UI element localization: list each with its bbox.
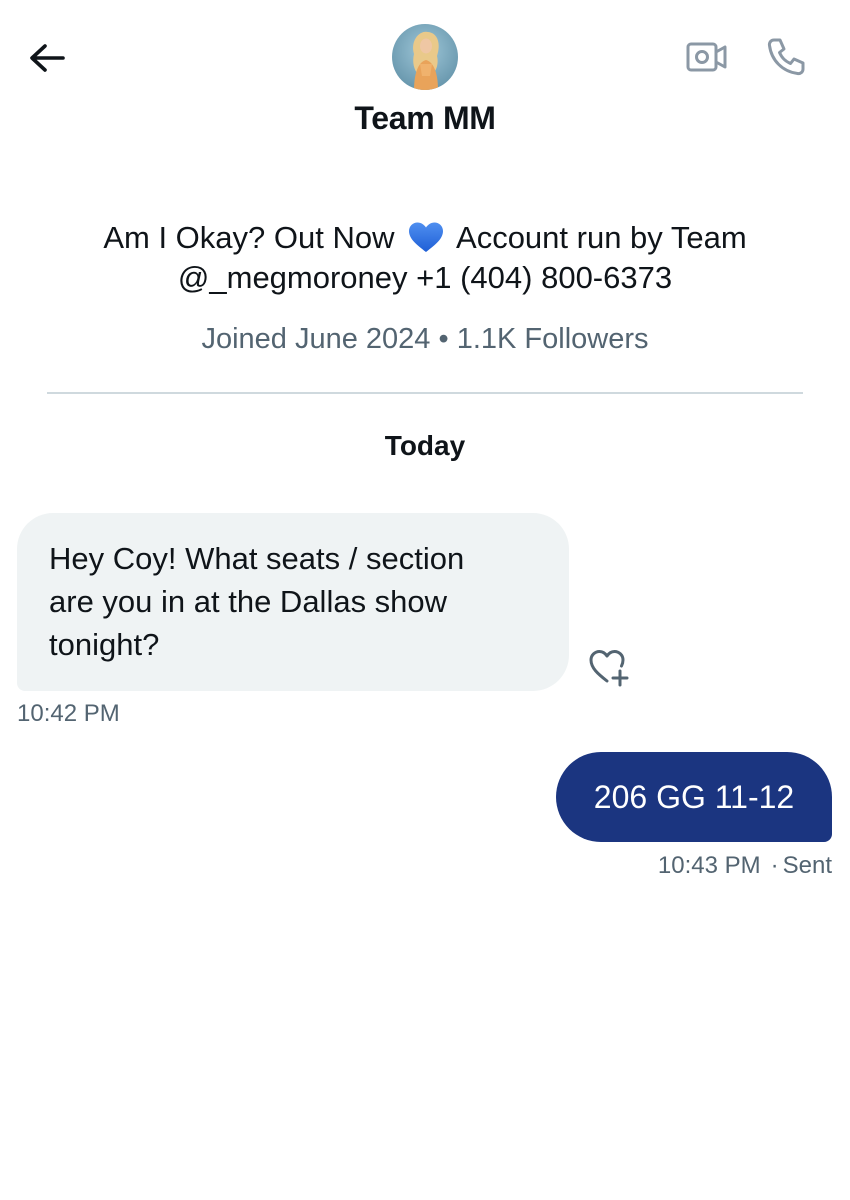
divider xyxy=(47,392,803,394)
voice-call-button[interactable] xyxy=(762,33,810,81)
message-timestamp: 10:42 PM xyxy=(17,700,120,727)
bio-text-part2: Account run by Team xyxy=(456,220,747,255)
dm-conversation-screen: Team MM Am I Okay? Out Now Account run b… xyxy=(0,0,850,1200)
avatar[interactable] xyxy=(392,24,458,90)
profile-meta: Joined June 2024 • 1.1K Followers xyxy=(0,323,850,356)
blue-heart-icon xyxy=(409,222,444,252)
followers-count[interactable]: 1.1K Followers xyxy=(457,323,649,355)
video-camera-icon xyxy=(686,42,727,72)
bio-text-part1: Am I Okay? Out Now xyxy=(103,220,395,255)
message-status: Sent xyxy=(782,852,832,879)
message-line: are you in at the Dallas show xyxy=(49,584,448,619)
sent-message-bubble[interactable]: 206 GG 11-12 xyxy=(556,752,832,842)
heart-plus-icon xyxy=(589,650,629,687)
arrow-left-icon xyxy=(30,44,65,72)
sent-message-meta: 10:43 PM · Sent xyxy=(658,852,832,880)
meta-separator: • xyxy=(438,323,449,355)
back-button[interactable] xyxy=(22,36,72,80)
received-message-bubble[interactable]: Hey Coy! What seats / section are you in… xyxy=(17,513,569,691)
bio-line-1: Am I Okay? Out Now Account run by Team xyxy=(40,218,810,258)
profile-photo xyxy=(392,24,458,90)
date-separator: Today xyxy=(384,430,466,461)
joined-date: Joined June 2024 xyxy=(201,323,431,355)
conversation-title[interactable]: Team MM xyxy=(0,100,850,137)
add-reaction-button[interactable] xyxy=(584,645,634,689)
profile-bio: Am I Okay? Out Now Account run by Team @… xyxy=(40,218,810,298)
bio-line-2: @_megmoroney +1 (404) 800-6373 xyxy=(177,260,673,295)
message-line: tonight? xyxy=(49,627,160,662)
message-timestamp: 10:43 PM xyxy=(657,852,761,879)
message-line: Hey Coy! What seats / section xyxy=(49,541,465,576)
video-call-button[interactable] xyxy=(684,36,730,78)
phone-icon xyxy=(767,38,805,76)
meta-dot: · xyxy=(770,852,779,879)
message-text: 206 GG 11-12 xyxy=(593,778,795,815)
